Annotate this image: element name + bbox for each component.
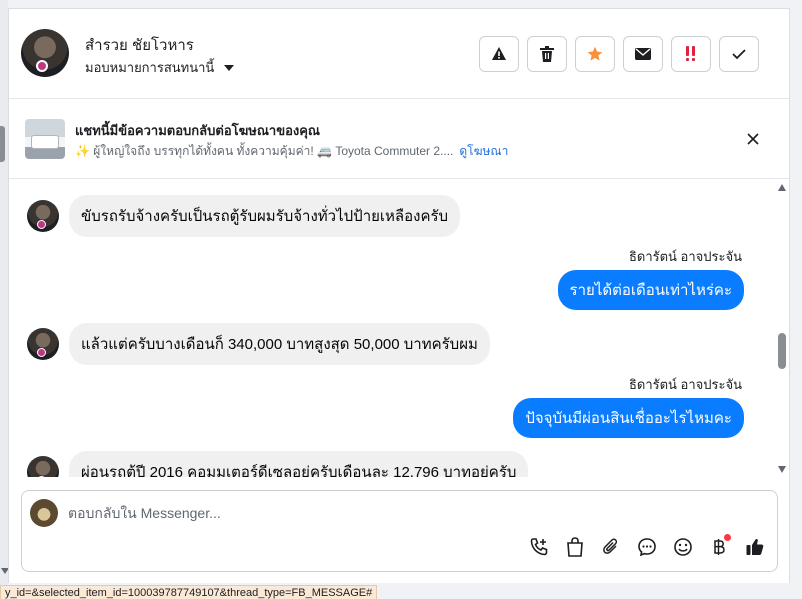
message-bubble[interactable]: แล้วแต่ครับบางเดือนก็ 340,000 บาทสูงสุด … (69, 323, 490, 365)
message-bubble[interactable]: ผ่อนรถตู้ปี 2016 คอมมูเตอร์ดีเซลอยู่ครับ… (69, 451, 529, 477)
message-bubble-outgoing[interactable]: รายได้ต่อเดือนเท่าไหร่คะ (557, 270, 744, 310)
ad-banner-title: แชทนี้มีข้อความตอบกลับต่อโฆษณาของคุณ (75, 123, 320, 138)
conversation-actions (479, 36, 759, 72)
instagram-badge-icon (37, 476, 46, 477)
emoji-icon (674, 538, 692, 556)
incoming-message: แล้วแต่ครับบางเดือนก็ 340,000 บาทสูงสุด … (27, 323, 490, 365)
thumbs-up-icon (746, 539, 764, 555)
baht-icon (714, 539, 725, 555)
shopping-bag-icon (567, 537, 583, 557)
warning-icon (492, 47, 506, 60)
contact-avatar[interactable] (21, 29, 69, 77)
scroll-up-arrow-icon[interactable] (778, 184, 786, 191)
sender-name: ธิดารัตน์ อาจประจัน (628, 377, 742, 392)
close-icon (747, 133, 759, 145)
view-ad-link[interactable]: ดูโฆษณา (459, 144, 508, 158)
like-button[interactable] (741, 533, 769, 561)
ad-description: ✨ ผู้ใหญ่ใจถึง บรรทุกได้ทั้งคน ทั้งความค… (75, 144, 454, 158)
message-bubble-outgoing[interactable]: ปัจจุบันมีผ่อนสินเชื่ออะไรไหมคะ (513, 398, 744, 438)
contact-avatar-small[interactable] (27, 328, 59, 360)
assign-conversation-dropdown[interactable]: มอบหมายการสนทนานี้ (85, 57, 235, 78)
reply-input[interactable] (68, 502, 718, 524)
star-button[interactable] (575, 36, 615, 72)
follow-up-button[interactable] (671, 36, 711, 72)
message-list: ขับรถรับจ้างครับเป็นรถตู้รับผมรับจ้างทั่… (9, 180, 789, 477)
contact-avatar-small[interactable] (27, 456, 59, 477)
call-button[interactable] (525, 533, 553, 561)
call-add-icon (530, 538, 548, 556)
scroll-down-arrow-icon[interactable] (778, 466, 786, 473)
left-edge (0, 0, 9, 599)
star-icon (587, 46, 603, 61)
instagram-badge-icon (37, 348, 46, 357)
saved-replies-button[interactable] (633, 533, 661, 561)
composer-tools (525, 533, 769, 561)
scroll-thumb[interactable] (778, 333, 786, 369)
sender-name: ธิดารัตน์ อาจประจัน (628, 249, 742, 264)
message-composer (21, 490, 778, 572)
left-scroll-handle[interactable] (0, 126, 5, 162)
van-image (31, 135, 59, 149)
browser-status-url: y_id=&selected_item_id=100039787749107&t… (0, 585, 378, 599)
delete-button[interactable] (527, 36, 567, 72)
ad-banner-subtitle: ✨ ผู้ใหญ่ใจถึง บรรทุกได้ทั้งคน ทั้งความค… (75, 142, 508, 161)
page-avatar (30, 499, 58, 527)
assign-label: มอบหมายการสนทนานี้ (85, 60, 215, 75)
conversation-header: สำรวย ชัยโวหาร มอบหมายการสนทนานี้ (9, 9, 789, 99)
paperclip-icon (603, 538, 618, 554)
shop-button[interactable] (561, 533, 589, 561)
trash-icon (540, 46, 554, 62)
chevron-down-icon (224, 64, 235, 71)
conversation-panel: สำรวย ชัยโวหาร มอบหมายการสนทนานี้ แชทนี้… (8, 8, 790, 583)
instagram-badge-icon (37, 220, 46, 229)
contact-avatar-small[interactable] (27, 200, 59, 232)
contact-name[interactable]: สำรวย ชัยโวหาร (85, 33, 194, 57)
instagram-badge-icon (36, 60, 48, 72)
payment-button[interactable] (705, 533, 733, 561)
incoming-message: ผ่อนรถตู้ปี 2016 คอมมูเตอร์ดีเซลอยู่ครับ… (27, 451, 529, 477)
incoming-message: ขับรถรับจ้างครับเป็นรถตู้รับผมรับจ้างทั่… (27, 195, 461, 237)
message-bubble[interactable]: ขับรถรับจ้างครับเป็นรถตู้รับผมรับจ้างทั่… (69, 195, 461, 237)
envelope-icon (635, 48, 651, 60)
ad-thumbnail[interactable] (25, 119, 65, 159)
done-button[interactable] (719, 36, 759, 72)
attach-button[interactable] (597, 533, 625, 561)
chat-bubble-icon (638, 538, 656, 557)
report-button[interactable] (479, 36, 519, 72)
message-scrollbar[interactable] (775, 180, 789, 477)
double-exclamation-icon (686, 46, 695, 61)
mark-unread-button[interactable] (623, 36, 663, 72)
ad-reply-banner: แชทนี้มีข้อความตอบกลับต่อโฆษณาของคุณ ✨ ผ… (9, 99, 789, 179)
notification-dot (724, 534, 731, 541)
emoji-button[interactable] (669, 533, 697, 561)
check-icon (732, 49, 746, 60)
close-banner-button[interactable] (743, 129, 763, 149)
page-background-edge (790, 0, 802, 599)
